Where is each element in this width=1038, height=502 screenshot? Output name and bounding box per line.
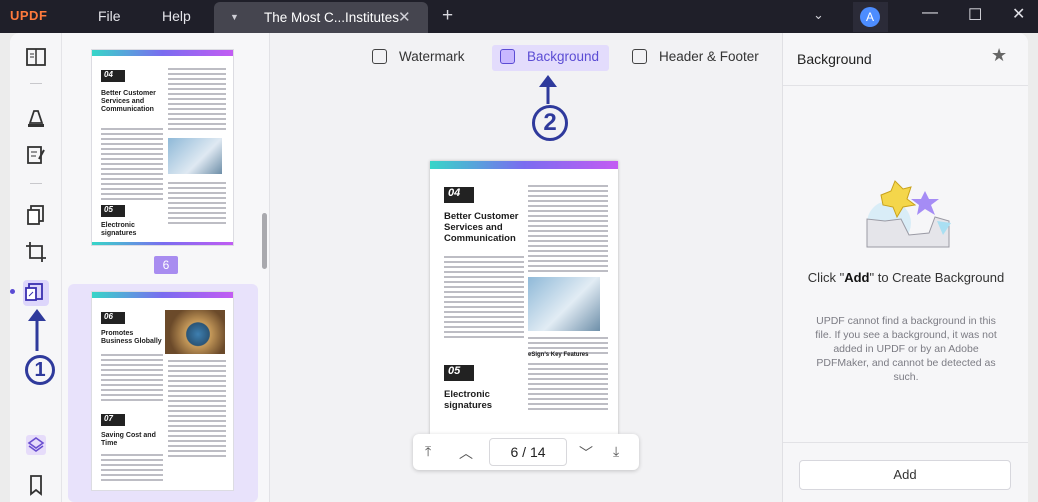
avatar[interactable]: A: [853, 2, 888, 32]
thumbnail-page-7[interactable]: 06 Promotes Business Globally 07 Saving …: [91, 291, 234, 491]
next-page-icon[interactable]: ﹀: [579, 443, 593, 463]
annotation-marker-2: 2: [532, 105, 568, 141]
page-navigation: ⤒ ︿ 6 / 14 ﹀ ⤓: [413, 434, 639, 470]
document-tab[interactable]: ▼ The Most C...Institutes ✕: [214, 2, 428, 33]
tab-background[interactable]: Background: [492, 45, 610, 71]
page-tools-icon[interactable]: [23, 280, 49, 306]
page-number-badge: 6: [154, 256, 178, 274]
add-button[interactable]: Add: [799, 460, 1011, 490]
empty-background-illustration: [866, 180, 951, 248]
maximize-icon[interactable]: ☐: [968, 5, 982, 25]
panel-title: Background: [797, 51, 872, 67]
background-panel: Background ★ Click "Add" to Create Backg…: [782, 33, 1028, 502]
tool-rail: [10, 33, 62, 502]
reader-icon[interactable]: [24, 45, 48, 69]
edit-pdf-icon[interactable]: [24, 143, 48, 167]
menu-file[interactable]: File: [98, 8, 121, 24]
thumbnail-globe-image: [165, 310, 225, 354]
app-logo: UPDF: [10, 8, 48, 23]
new-tab-icon[interactable]: +: [442, 5, 453, 27]
thumbnail-page-6[interactable]: 04 Better Customer Services and Communic…: [91, 49, 234, 246]
empty-state-description: UPDF cannot find a background in this fi…: [815, 315, 997, 383]
crop-icon[interactable]: [24, 240, 48, 264]
thumbnail-image: [168, 138, 222, 174]
page-preview: 04 Better Customer Services and Communic…: [430, 161, 618, 434]
tab-title: The Most C...Institutes: [264, 10, 400, 25]
menu-help[interactable]: Help: [162, 8, 191, 24]
page-number-input[interactable]: 6 / 14: [489, 438, 567, 466]
annotation-arrow-2: [539, 75, 557, 104]
empty-state-prompt: Click "Add" to Create Background: [807, 270, 1005, 285]
close-window-icon[interactable]: ✕: [1012, 4, 1025, 24]
bookmark-icon[interactable]: [24, 473, 48, 497]
last-page-icon[interactable]: ⤓: [613, 443, 619, 460]
tab-header-footer[interactable]: Header & Footer: [632, 45, 759, 71]
star-icon[interactable]: ★: [991, 45, 1007, 66]
header-footer-icon: [632, 49, 647, 64]
main-area: 1 04 Better Customer Services and Commun…: [10, 33, 1028, 502]
active-indicator: [10, 289, 15, 294]
previous-page-icon[interactable]: ︿: [459, 443, 473, 463]
preview-image: [528, 277, 600, 331]
annotation-arrow-1: [28, 309, 46, 351]
title-bar: UPDF File Help ▼ The Most C...Institutes…: [0, 0, 1038, 33]
tab-watermark[interactable]: Watermark: [372, 45, 465, 71]
minimize-icon[interactable]: —: [922, 4, 938, 22]
thumbnail-panel: 04 Better Customer Services and Communic…: [62, 33, 270, 502]
chevron-down-icon[interactable]: ⌄: [813, 7, 824, 23]
background-icon: [500, 49, 515, 64]
annotation-marker-1: 1: [25, 355, 55, 385]
close-tab-icon[interactable]: ✕: [398, 8, 411, 26]
first-page-icon[interactable]: ⤒: [425, 443, 431, 460]
thumbnail-scrollbar[interactable]: [262, 213, 267, 269]
watermark-icon: [372, 49, 387, 64]
tab-dropdown-icon[interactable]: ▼: [230, 12, 239, 22]
comment-icon[interactable]: [24, 105, 48, 129]
organize-pages-icon[interactable]: [24, 203, 48, 227]
document-view: Watermark Background Header & Footer 2 0…: [270, 33, 782, 502]
layers-icon[interactable]: [24, 433, 48, 457]
